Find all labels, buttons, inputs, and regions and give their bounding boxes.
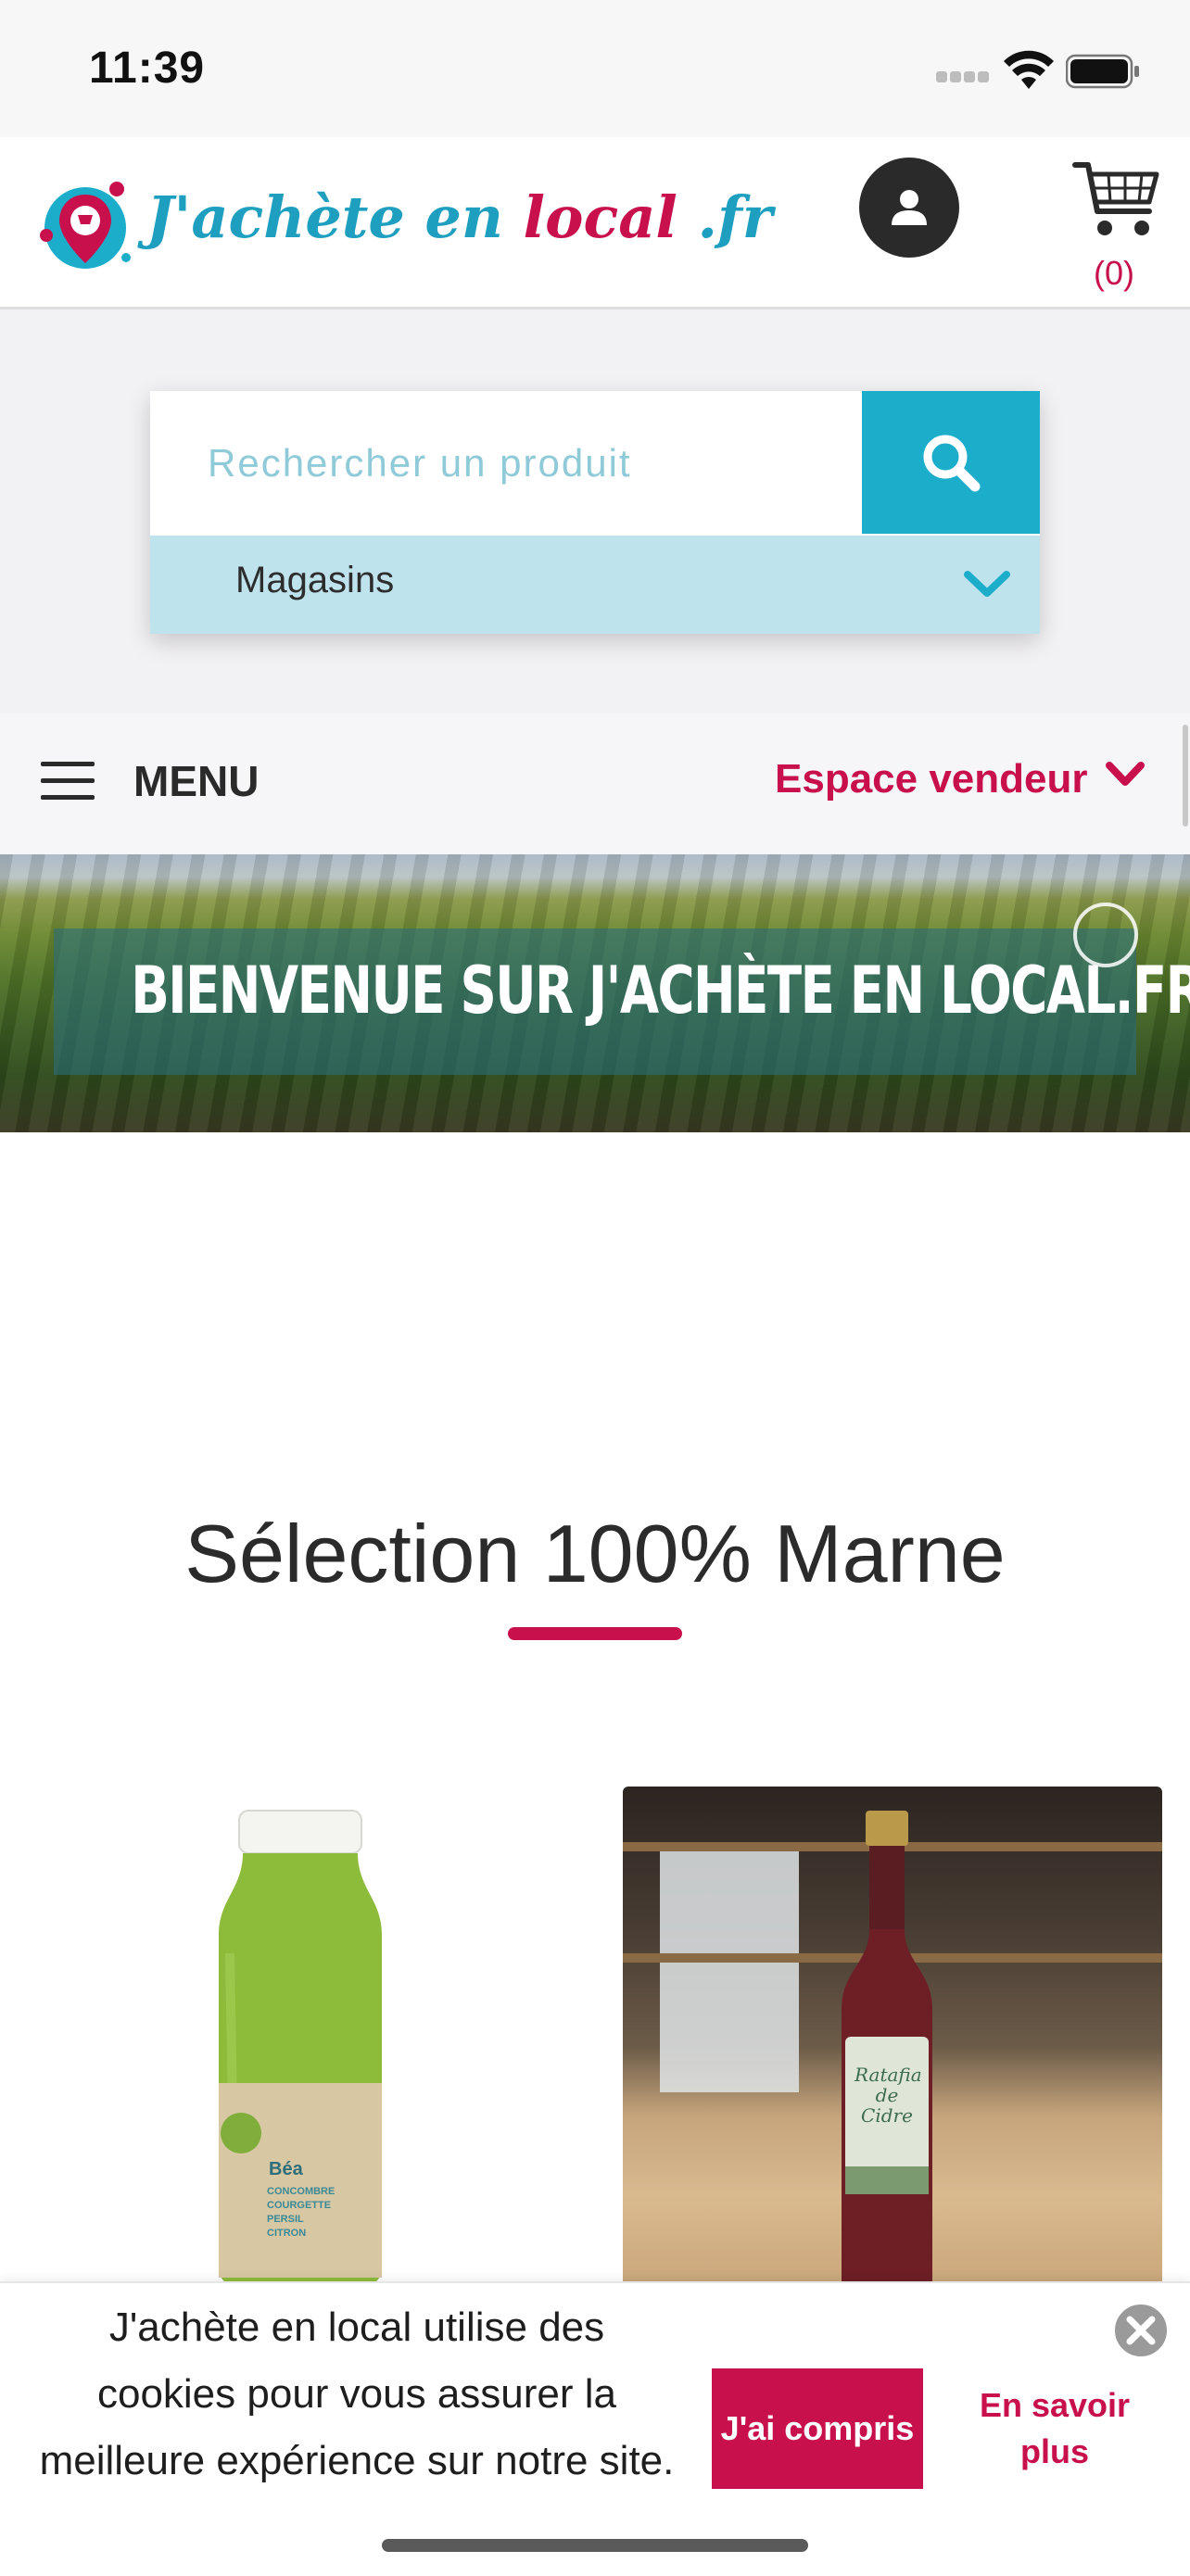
search-button[interactable] — [862, 391, 1040, 534]
section-underline — [508, 1627, 682, 1640]
cart-count[interactable]: (0) — [1094, 254, 1134, 293]
chevron-down-icon — [964, 571, 1010, 597]
wifi-icon — [1004, 50, 1054, 89]
banner-title: BIENVENUE SUR J'ACHÈTE EN LOCAL.FR — [131, 953, 1190, 1029]
status-time: 11:39 — [89, 44, 206, 93]
product-card[interactable]: Béa CONCOMBRE COURGETTE PERSIL CITRON — [37, 1787, 575, 2287]
product-image — [842, 1811, 932, 2287]
label-line: PERSIL — [267, 2214, 304, 2225]
hero-banner[interactable]: BIENVENUE SUR J'ACHÈTE EN LOCAL.FR — [0, 854, 1190, 1132]
store-select-value: Magasins — [235, 560, 395, 600]
slider-dot[interactable] — [1073, 903, 1138, 967]
label-line: Cidre — [861, 2104, 913, 2127]
product-card[interactable]: Ratafia de Cidre — [623, 1787, 1162, 2287]
seller-space-link[interactable]: Espace vendeur — [775, 756, 1088, 802]
cookie-accept-button[interactable]: J'ai compris — [712, 2368, 923, 2489]
logo-wordmark[interactable]: J'achète en local .fr — [146, 183, 772, 251]
account-button[interactable] — [859, 158, 959, 258]
search-icon — [923, 435, 981, 492]
menu-toggle-label[interactable]: MENU — [133, 756, 259, 806]
logo-text-suffix: .fr — [677, 183, 773, 251]
search-input[interactable] — [152, 395, 860, 532]
product-label-brand: Béa — [269, 2159, 303, 2179]
logo-icon[interactable] — [28, 174, 137, 278]
label-line: CITRON — [267, 2228, 307, 2239]
product-label-text: Ratafia de Cidre — [855, 2064, 922, 2127]
hamburger-menu-icon[interactable] — [41, 762, 95, 801]
cart-icon[interactable] — [1071, 158, 1160, 243]
section-title: Sélection 100% Marne — [184, 1508, 1006, 1599]
cookie-learn-more-link[interactable]: En savoir plus — [964, 2368, 1146, 2489]
label-line: CONCOMBRE — [267, 2186, 335, 2197]
product-label-text: CONCOMBRE COURGETTE PERSIL CITRON — [267, 2185, 335, 2241]
scrollbar[interactable] — [1183, 725, 1188, 827]
logo-text-accent: local — [523, 183, 677, 251]
label-line: de — [875, 2084, 899, 2106]
battery-icon — [1066, 54, 1139, 89]
home-indicator[interactable] — [382, 2539, 808, 2552]
close-icon[interactable] — [1110, 2300, 1171, 2361]
cookie-message: J'achète en local utilise des cookies po… — [39, 2305, 675, 2483]
logo-text-main: J'achète en — [146, 183, 524, 251]
user-icon — [892, 190, 927, 225]
chevron-down-icon[interactable] — [1105, 760, 1146, 789]
label-line: Ratafia — [855, 2064, 922, 2086]
cellular-signal-icon — [936, 70, 992, 83]
label-line: COURGETTE — [267, 2200, 332, 2211]
